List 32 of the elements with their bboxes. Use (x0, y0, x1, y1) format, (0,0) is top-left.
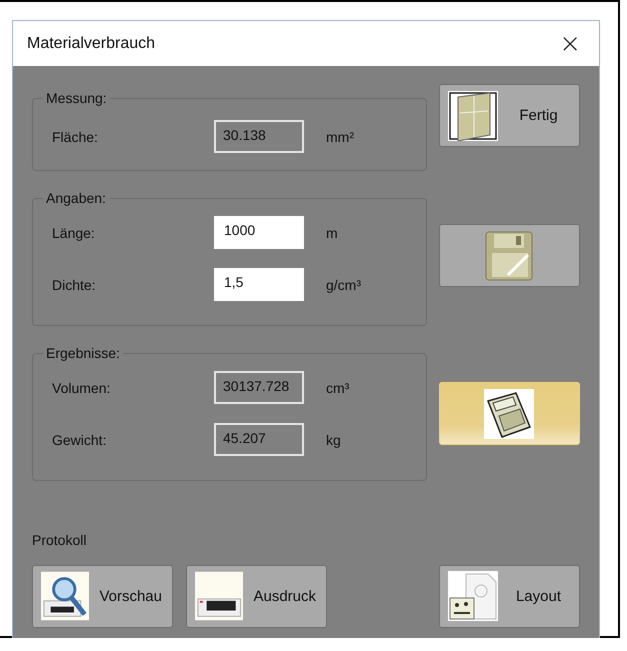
unit-label: g/cm³ (326, 276, 361, 292)
unit-label: kg (326, 432, 341, 448)
readonly-field: 45.207 (214, 423, 304, 456)
calculate-button[interactable] (439, 382, 580, 445)
input-field[interactable]: 1,5 (214, 268, 304, 301)
group-title: Messung: (45, 90, 108, 106)
readonly-field: 30.138 (214, 120, 304, 153)
save-button[interactable] (439, 224, 580, 287)
close-button[interactable]: × (555, 30, 585, 56)
layout-document-icon (448, 571, 498, 621)
field-label: Länge: (52, 224, 96, 240)
printer-icon (195, 571, 244, 621)
unit-label: cm³ (326, 380, 350, 396)
field-label: Fläche: (52, 128, 99, 144)
unit-label: mm² (326, 128, 354, 144)
field-label: Gewicht: (52, 432, 108, 448)
print-button[interactable]: Ausdruck (186, 564, 327, 628)
preview-button[interactable]: Vorschau (32, 564, 173, 628)
window-title: Materialverbrauch (27, 34, 156, 52)
group-title: Angaben: (45, 190, 107, 206)
magnifier-printer-icon (41, 571, 90, 621)
readonly-field: 30137.728 (214, 371, 304, 404)
group-title: Ergebnisse: (45, 345, 121, 361)
door-icon (448, 90, 498, 140)
calculator-icon (484, 388, 534, 438)
field-label: Dichte: (52, 276, 97, 292)
layout-button[interactable]: Layout (439, 564, 580, 628)
section-label: Protokoll (32, 532, 88, 548)
input-field[interactable]: 1000 (214, 216, 304, 249)
done-button[interactable]: Fertig (439, 84, 580, 147)
field-label: Volumen: (52, 380, 112, 396)
unit-label: m (326, 224, 338, 240)
